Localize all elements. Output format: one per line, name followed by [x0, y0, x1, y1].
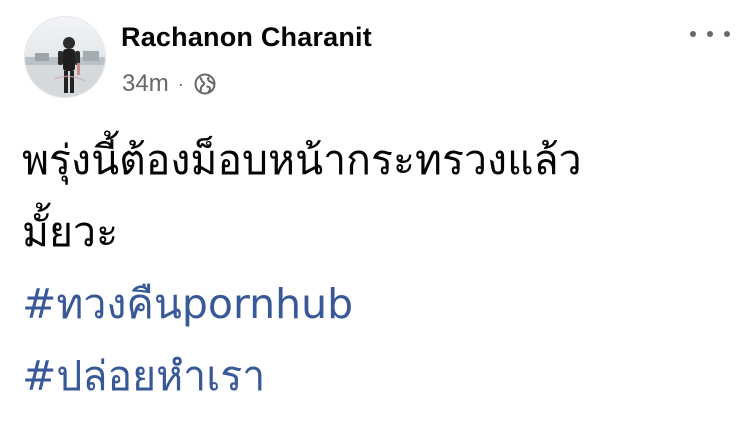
hashtag-link[interactable]: #ปล่อยหำเรา — [22, 352, 265, 400]
avatar[interactable] — [24, 16, 106, 98]
post-text-line: มั้ยวะ — [22, 208, 119, 256]
timestamp[interactable]: 34m — [122, 70, 169, 98]
post-text: พรุ่งนี้ต้องม็อบหน้ากระทรวงแล้ว มั้ยวะ #… — [22, 124, 722, 412]
more-dot — [724, 31, 730, 37]
post-text-line: พรุ่งนี้ต้องม็อบหน้ากระทรวงแล้ว — [22, 136, 582, 184]
more-horizontal-icon — [690, 31, 696, 37]
meta-separator: · — [177, 74, 184, 94]
post-meta: 34m · — [122, 70, 216, 98]
facebook-post: Rachanon Charanit 34m · พรุ่งนี้ต้องม็อบ… — [0, 0, 750, 440]
more-dot — [707, 31, 713, 37]
profile-photo — [25, 17, 105, 97]
hashtag-link[interactable]: #ทวงคืนpornhub — [22, 280, 353, 328]
more-options-button[interactable] — [690, 24, 730, 44]
globe-icon[interactable] — [194, 73, 216, 95]
author-name[interactable]: Rachanon Charanit — [121, 22, 372, 53]
